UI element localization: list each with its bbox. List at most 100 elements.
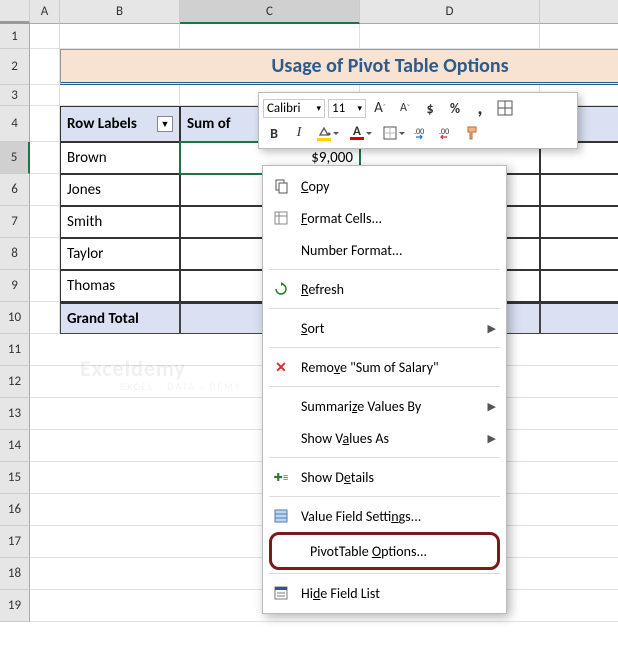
label: Remove "Sum of Salary" (301, 359, 496, 376)
pivot-row-labels-header[interactable]: Row Labels ▼ (60, 106, 180, 142)
grow-font-button[interactable]: Aˆ (369, 97, 391, 119)
row-header-16[interactable]: 16 (0, 494, 30, 526)
bold-button[interactable]: B (263, 122, 285, 144)
cell[interactable] (30, 206, 60, 238)
row-header-8[interactable]: 8 (0, 238, 30, 270)
row-header-2[interactable]: 2 (0, 49, 30, 85)
cell[interactable] (30, 174, 60, 206)
cell[interactable] (30, 142, 60, 174)
increase-decimal-button[interactable]: .00 (412, 122, 434, 144)
cell[interactable] (540, 24, 618, 49)
row-header-5[interactable]: 5 (0, 142, 30, 174)
label: Show Details (301, 469, 496, 486)
row-header-1[interactable]: 1 (0, 24, 30, 49)
pivot-row-label[interactable]: Thomas (60, 270, 180, 302)
summarize-values-menu-item[interactable]: Summarize Values By ▶ (263, 390, 506, 422)
pivot-row-label[interactable]: Taylor (60, 238, 180, 270)
row-header-12[interactable]: 12 (0, 366, 30, 398)
hide-field-list-menu-item[interactable]: Hide Field List (263, 577, 506, 609)
pivot-value-e9[interactable]: $2,100 (540, 270, 618, 302)
label: Calibri (267, 101, 300, 116)
pivot-grand-total-label[interactable]: Grand Total (60, 302, 180, 334)
row-header-6[interactable]: 6 (0, 174, 30, 206)
cell[interactable] (60, 85, 180, 106)
font-size-selector[interactable]: 11▾ (328, 99, 366, 118)
title-cell[interactable]: Usage of Pivot Table Options (60, 49, 618, 85)
borders-icon[interactable] (494, 97, 516, 119)
row-header-9[interactable]: 9 (0, 270, 30, 302)
font-name-selector[interactable]: Calibri▾ (263, 99, 325, 118)
percent-format-button[interactable]: % (444, 97, 466, 119)
cell[interactable] (360, 24, 540, 49)
pivot-value-e8[interactable]: $1,600 (540, 238, 618, 270)
row-header-10[interactable]: 10 (0, 302, 30, 334)
separator (269, 496, 500, 497)
cell[interactable] (30, 302, 60, 334)
shrink-font-button[interactable]: Aˇ (394, 97, 416, 119)
filter-dropdown-icon[interactable]: ▼ (157, 116, 173, 132)
cell[interactable] (30, 238, 60, 270)
borders-button[interactable] (379, 122, 409, 144)
number-format-menu-item[interactable]: Number Format... (263, 234, 506, 266)
label: A (400, 101, 407, 115)
cell[interactable] (60, 24, 180, 49)
label: Row Labels (67, 115, 137, 133)
label: A (374, 99, 383, 117)
row-header-4[interactable]: 4 (0, 106, 30, 142)
cell[interactable] (30, 24, 60, 49)
cell[interactable] (30, 106, 60, 142)
format-cells-menu-item[interactable]: Format Cells... (263, 202, 506, 234)
select-all-corner[interactable] (0, 0, 30, 24)
col-header-B[interactable]: B (60, 0, 180, 24)
field-list-icon (271, 584, 291, 602)
label: Copy (301, 178, 496, 195)
row-header-18[interactable]: 18 (0, 558, 30, 590)
row-header-19[interactable]: 19 (0, 590, 30, 622)
pivot-grand-total-e[interactable]: $10,100 (540, 302, 618, 334)
blank-icon (271, 397, 291, 415)
fill-color-button[interactable] (313, 122, 343, 144)
row-header-17[interactable]: 17 (0, 526, 30, 558)
label: Sort (301, 320, 478, 337)
pivot-value-e6[interactable]: $1,400 (540, 174, 618, 206)
col-header-D[interactable]: D (360, 0, 540, 24)
accounting-format-button[interactable]: $ (419, 97, 441, 119)
separator (269, 269, 500, 270)
label: PivotTable Options... (310, 543, 487, 560)
row-header-14[interactable]: 14 (0, 430, 30, 462)
sort-menu-item[interactable]: Sort ▶ (263, 312, 506, 344)
pivot-value-e7[interactable]: $2,000 (540, 206, 618, 238)
show-details-menu-item[interactable]: ✚≡ Show Details (263, 461, 506, 493)
italic-button[interactable]: I (288, 122, 310, 144)
show-values-as-menu-item[interactable]: Show Values As ▶ (263, 422, 506, 454)
col-header-E[interactable]: E (540, 0, 618, 24)
pivot-row-label[interactable]: Smith (60, 206, 180, 238)
row-header-7[interactable]: 7 (0, 206, 30, 238)
label: Value Field Settings... (301, 508, 496, 525)
refresh-menu-item[interactable]: Refresh (263, 273, 506, 305)
row-header-3[interactable]: 3 (0, 85, 30, 106)
pivot-row-label[interactable]: Brown (60, 142, 180, 174)
cell[interactable] (30, 270, 60, 302)
cell[interactable] (30, 49, 60, 85)
decrease-decimal-button[interactable]: .00 (437, 122, 459, 144)
copy-icon (271, 177, 291, 195)
remove-icon: ✕ (271, 358, 291, 376)
cell[interactable] (180, 24, 360, 49)
pivot-row-label[interactable]: Jones (60, 174, 180, 206)
comma-format-button[interactable]: , (469, 97, 491, 119)
col-header-C[interactable]: C (180, 0, 360, 24)
cell[interactable] (30, 85, 60, 106)
format-painter-button[interactable] (462, 122, 484, 144)
value-field-settings-menu-item[interactable]: Value Field Settings... (263, 500, 506, 532)
row-header-13[interactable]: 13 (0, 398, 30, 430)
row-header-11[interactable]: 11 (0, 334, 30, 366)
remove-field-menu-item[interactable]: ✕ Remove "Sum of Salary" (263, 351, 506, 383)
font-color-button[interactable]: A (346, 122, 376, 144)
pivottable-options-menu-item[interactable]: PivotTable Options... (274, 540, 493, 562)
label: Refresh (301, 281, 496, 298)
row-header-15[interactable]: 15 (0, 462, 30, 494)
format-cells-icon (271, 209, 291, 227)
copy-menu-item[interactable]: Copy (263, 170, 506, 202)
col-header-A[interactable]: A (30, 0, 60, 24)
